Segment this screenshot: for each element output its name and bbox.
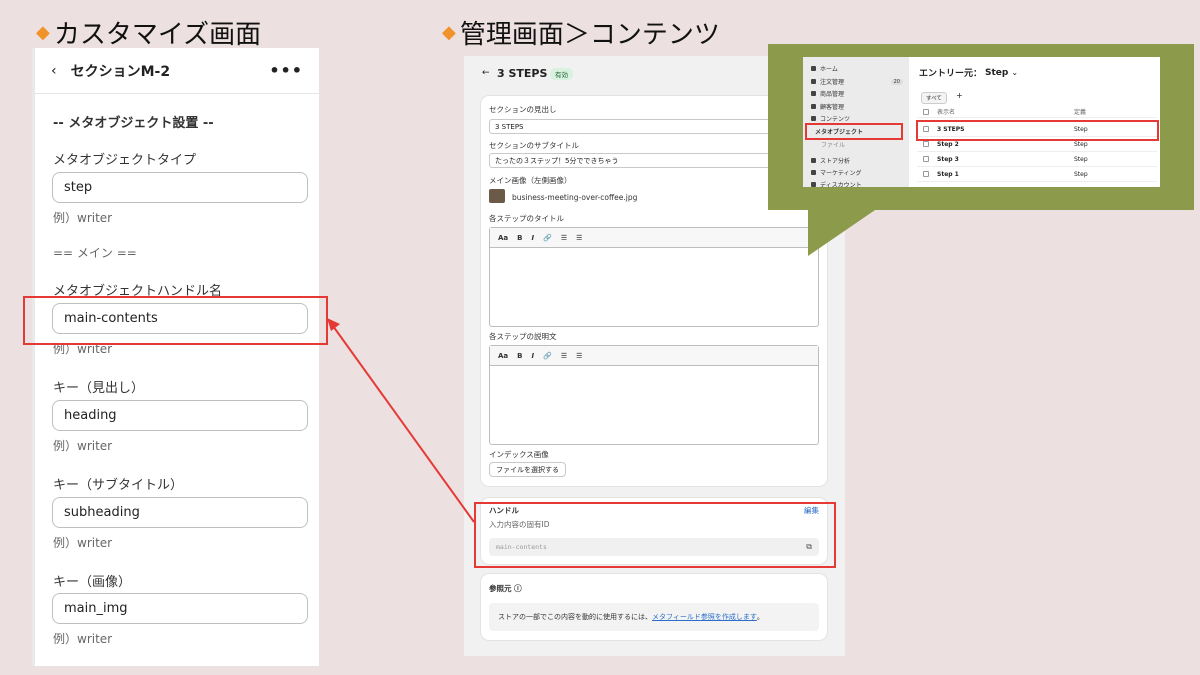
nav-label: 注文管理 [820,79,845,86]
entries-title-text: エントリー元： [919,69,983,79]
nav-files[interactable]: ファイル [821,140,845,149]
nav-label: 商品管理 [820,91,845,98]
home-icon [811,66,816,71]
orders-count-badge: 20 [890,78,903,85]
col-header-definition: 定義 [1074,109,1087,116]
table-row[interactable]: Step 3 Step [917,152,1157,167]
highlight-metaobject-nav [805,123,903,140]
row-definition: Step [1074,155,1088,163]
nav-marketing[interactable]: マーケティング [811,168,862,177]
nav-orders[interactable]: 注文管理 20 [811,77,903,86]
highlight-3steps-row [916,120,1159,141]
table-header: 表示名 定義 [917,106,1157,118]
nav-label: マーケティング [820,170,862,177]
nav-products[interactable]: 商品管理 [811,89,844,98]
table-row[interactable]: Step 1 Step [917,167,1157,182]
chart-icon [811,158,816,163]
row-checkbox[interactable] [923,156,929,162]
row-checkbox[interactable] [923,171,929,177]
nav-discounts[interactable]: ディスカウント [811,180,862,189]
discount-icon [811,182,816,187]
col-header-name: 表示名 [937,109,956,116]
nav-label: ディスカウント [820,182,862,189]
row-name: Step 1 [937,170,959,178]
tag-icon [811,91,816,96]
content-icon [811,116,816,121]
entries-title: エントリー元： Step ⌄ [919,66,1018,80]
orders-icon [811,79,816,84]
nav-analytics[interactable]: ストア分析 [811,156,850,165]
nav-content[interactable]: コンテンツ [811,114,850,123]
row-checkbox[interactable] [923,141,929,147]
tab-all[interactable]: すべて [921,92,947,104]
nav-label: ホーム [820,66,838,73]
nav-label: ストア分析 [820,158,851,165]
nav-customers[interactable]: 顧客管理 [811,102,844,111]
add-tab-icon[interactable]: + [956,91,963,100]
row-definition: Step [1074,140,1088,148]
row-name: Step 2 [937,140,959,148]
nav-label: 顧客管理 [820,104,845,111]
person-icon [811,104,816,109]
marketing-icon [811,170,816,175]
entries-type: Step [985,67,1009,78]
select-all-checkbox[interactable] [923,108,929,115]
chevron-down-icon[interactable]: ⌄ [1011,68,1018,77]
callout-tail-shape [808,208,878,256]
nav-home[interactable]: ホーム [811,64,838,73]
nav-label: コンテンツ [820,116,851,123]
row-name: Step 3 [937,155,959,163]
nav-label: ファイル [821,142,846,149]
row-definition: Step [1074,170,1088,178]
